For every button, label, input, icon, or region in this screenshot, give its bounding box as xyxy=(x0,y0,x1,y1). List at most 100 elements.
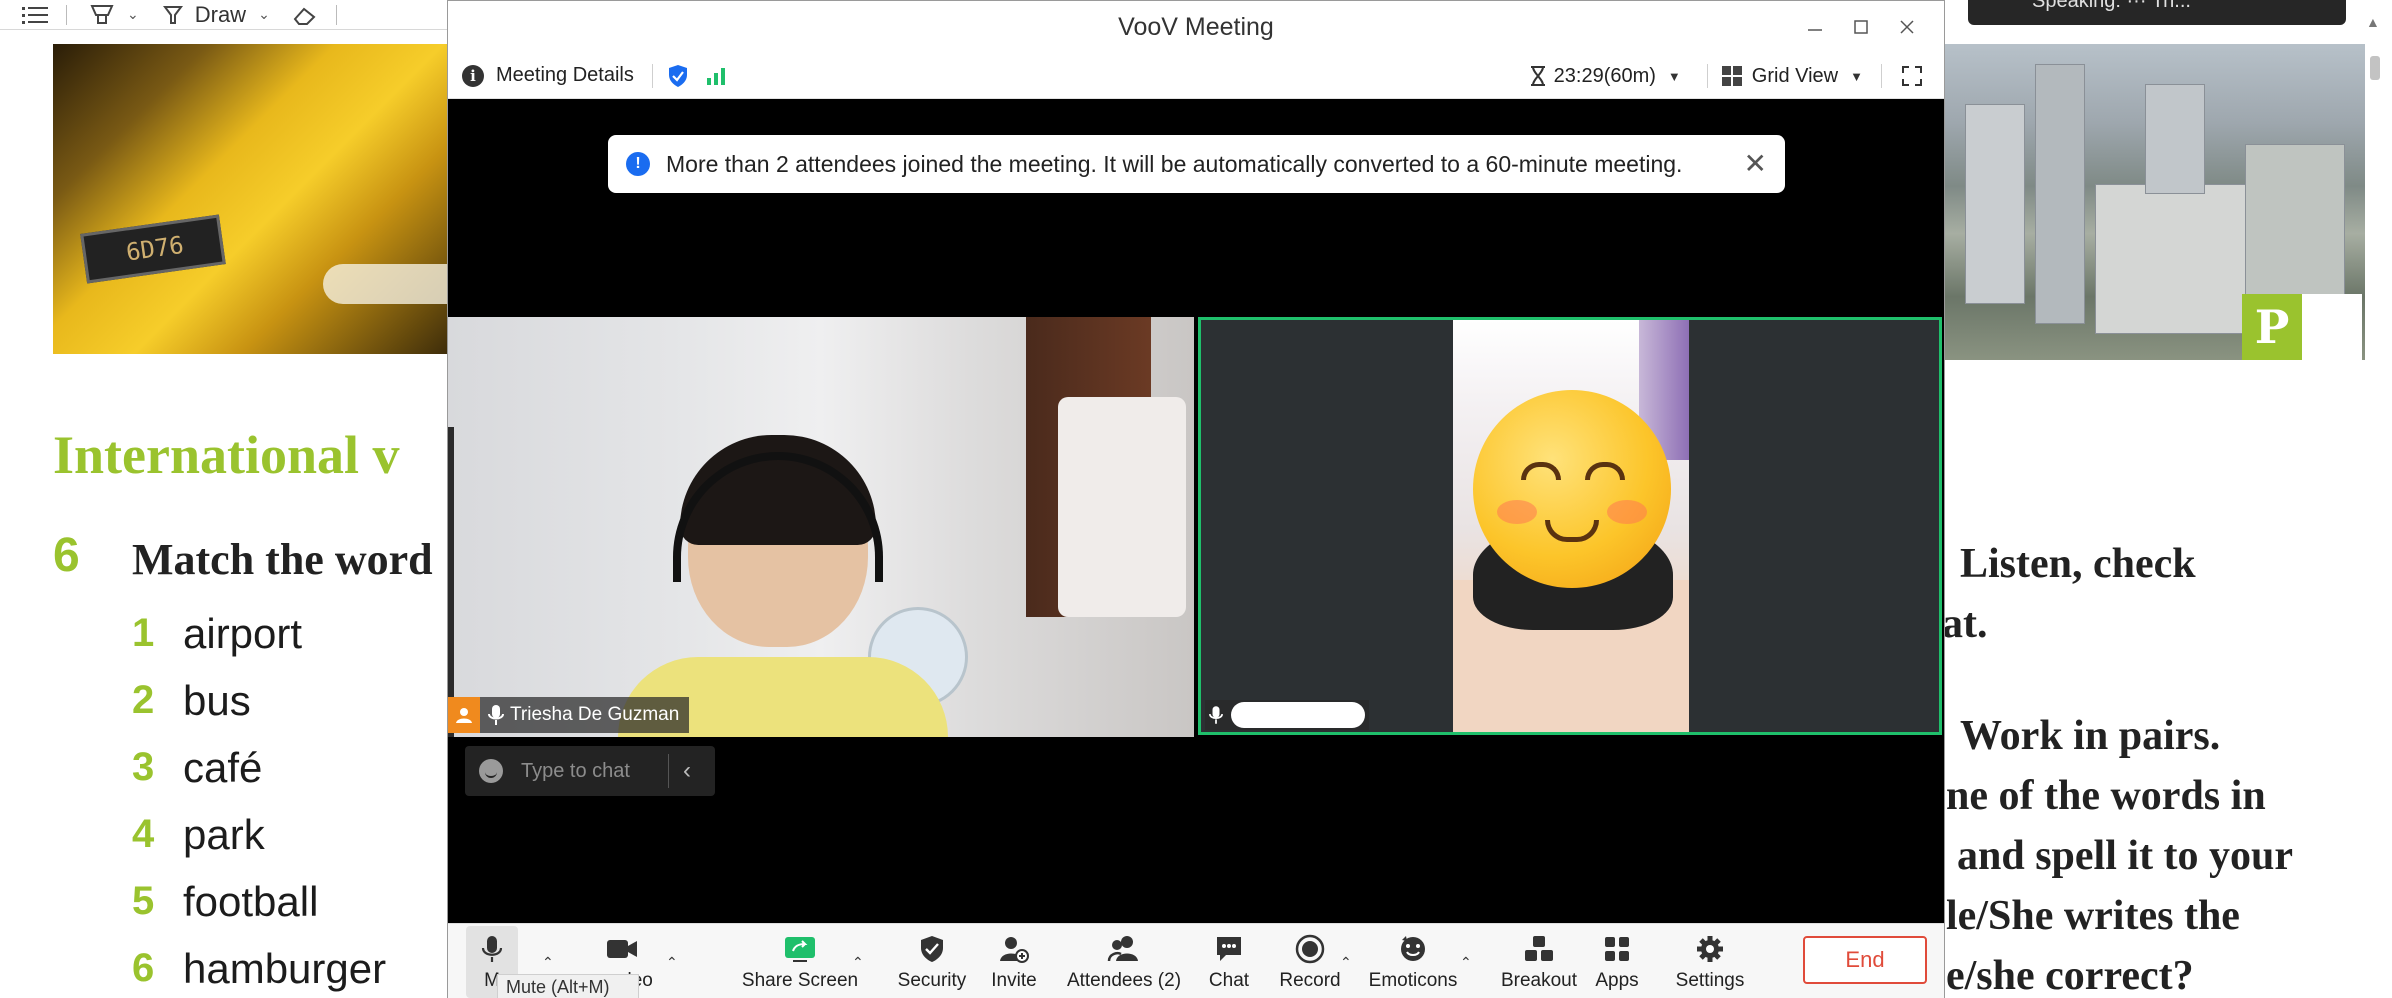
share-options-caret-icon[interactable]: ⌃ xyxy=(852,954,864,971)
view-selector[interactable]: Grid View ▼ xyxy=(1721,64,1863,88)
security-label: Security xyxy=(897,970,967,991)
smiling-emoji-icon xyxy=(1473,390,1671,588)
window-controls xyxy=(1792,11,1930,43)
right-text-line: at. xyxy=(1942,601,1988,647)
right-text-line: ne of the words in xyxy=(1946,773,2266,819)
word-list: 1 airport 2 bus 3 café 4 park 5 football 6 ham… xyxy=(132,600,386,998)
active-speaker-tile[interactable] xyxy=(1198,317,1942,735)
timer-text: 23:29(60m) xyxy=(1553,64,1656,87)
right-text-line: and spell it to your xyxy=(1957,833,2294,879)
item-number: 1 xyxy=(132,611,155,655)
apps-button[interactable]: Apps xyxy=(1590,924,1644,998)
minimize-button[interactable] xyxy=(1792,11,1838,43)
attendees-label: Attendees (2) xyxy=(1066,970,1182,991)
draw-tool[interactable]: Draw ⌄ xyxy=(161,2,270,28)
emoji-icon[interactable] xyxy=(479,759,503,783)
right-text-line: e/she correct? xyxy=(1946,953,2194,998)
notification-text: More than 2 attendees joined the meeting… xyxy=(666,150,1683,177)
timer-dropdown-icon[interactable]: ▼ xyxy=(1668,69,1681,84)
headlight xyxy=(323,264,453,304)
participant-name-tag xyxy=(1205,700,1369,730)
divider xyxy=(1881,64,1882,88)
network-signal-icon[interactable] xyxy=(706,67,728,85)
record-button[interactable]: Record xyxy=(1270,924,1350,998)
section-heading: International v xyxy=(53,425,400,485)
document-scrollbar[interactable] xyxy=(2370,56,2380,80)
right-text-line: Listen, check xyxy=(1960,541,2196,587)
meeting-details-button[interactable]: i Meeting Details xyxy=(462,64,634,87)
end-meeting-button[interactable]: End xyxy=(1803,936,1927,984)
attendees-button[interactable]: Attendees (2) xyxy=(1050,924,1198,998)
exercise-number: 6 xyxy=(53,529,80,582)
exercise-instruction: Match the word xyxy=(132,535,433,584)
toolbar-divider xyxy=(66,4,67,25)
list-item: 2 bus xyxy=(132,667,386,734)
hourglass-icon xyxy=(1530,66,1545,86)
close-button[interactable] xyxy=(1884,11,1930,43)
record-icon xyxy=(1295,934,1325,964)
microphone-icon xyxy=(1209,706,1223,724)
view-label: Grid View xyxy=(1751,64,1839,87)
highlighter-caret-icon[interactable]: ⌄ xyxy=(127,6,139,23)
list-item: 3 café xyxy=(132,734,386,801)
participant-name-tag: Triesha De Guzman xyxy=(448,697,690,733)
fullscreen-icon[interactable] xyxy=(1902,66,1922,86)
item-number: 5 xyxy=(132,879,155,923)
invite-label: Invite xyxy=(991,970,1037,991)
share-label: Share Screen xyxy=(741,970,859,991)
meeting-toolbar: M ⌃ deo ⌃ Share Screen ⌃ Security Invite xyxy=(448,923,1944,998)
scroll-up-icon[interactable]: ▲ xyxy=(2366,14,2380,30)
emoticons-options-caret-icon[interactable]: ⌃ xyxy=(1460,954,1472,971)
invite-button[interactable]: Invite xyxy=(974,924,1054,998)
alert-info-icon: ! xyxy=(626,152,650,176)
chat-placeholder: Type to chat xyxy=(521,759,630,782)
badge-panel xyxy=(2302,294,2362,360)
item-number: 6 xyxy=(132,946,155,990)
participant-name: Triesha De Guzman xyxy=(510,704,680,725)
video-tile[interactable]: Triesha De Guzman xyxy=(448,317,1194,737)
record-options-caret-icon[interactable]: ⌃ xyxy=(1340,954,1352,971)
item-word: park xyxy=(183,810,265,858)
divider xyxy=(651,63,653,88)
collapse-chat-icon[interactable]: ‹ xyxy=(683,757,691,785)
list-item: 5 football xyxy=(132,868,386,935)
window-title: VooV Meeting xyxy=(1118,12,1274,41)
mute-tooltip: Mute (Alt+M) xyxy=(497,974,639,998)
chat-icon xyxy=(1217,937,1241,961)
apps-label: Apps xyxy=(1595,970,1639,991)
highlighter-icon[interactable]: ⌄ xyxy=(89,3,139,27)
apps-icon xyxy=(1605,937,1629,961)
towel xyxy=(1058,397,1186,617)
chat-input[interactable]: Type to chat ‹ xyxy=(465,746,715,796)
meeting-window: VooV Meeting i Meeting Details 23:29(60m… xyxy=(447,0,1945,998)
microphone-icon xyxy=(481,936,503,962)
camera-icon xyxy=(607,940,637,958)
maximize-button[interactable] xyxy=(1838,11,1884,43)
video-options-caret-icon[interactable]: ⌃ xyxy=(666,954,678,971)
speaking-text: Speaking: ··· Tri... xyxy=(2032,0,2191,12)
invite-icon xyxy=(1000,937,1029,963)
share-screen-button[interactable]: Share Screen xyxy=(740,924,860,998)
breakout-button[interactable]: Breakout xyxy=(1494,924,1584,998)
right-text-line: Work in pairs. xyxy=(1960,713,2221,759)
microphone-icon xyxy=(488,705,504,725)
close-notification-icon[interactable]: ✕ xyxy=(1744,147,1767,180)
security-button[interactable]: Security xyxy=(882,924,982,998)
meeting-timer[interactable]: 23:29(60m) ▼ xyxy=(1530,65,1681,88)
taxi-roof-sign: 6D76 xyxy=(80,214,226,284)
emoticons-icon xyxy=(1401,936,1425,961)
list-icon[interactable] xyxy=(22,5,48,25)
security-shield-icon[interactable] xyxy=(667,64,689,88)
item-word: airport xyxy=(183,609,303,657)
chat-button[interactable]: Chat xyxy=(1194,924,1264,998)
emoticons-label: Emoticons xyxy=(1368,970,1458,991)
eraser-icon[interactable] xyxy=(292,3,318,27)
host-user-icon xyxy=(448,697,480,733)
breakout-icon xyxy=(1525,936,1553,961)
right-text-line: le/She writes the xyxy=(1946,893,2240,939)
audio-options-caret-icon[interactable]: ⌃ xyxy=(542,954,554,971)
draw-caret-icon[interactable]: ⌄ xyxy=(258,6,270,23)
emoticons-button[interactable]: Emoticons xyxy=(1358,924,1468,998)
view-dropdown-icon[interactable]: ▼ xyxy=(1850,69,1863,84)
settings-button[interactable]: Settings xyxy=(1670,924,1750,998)
